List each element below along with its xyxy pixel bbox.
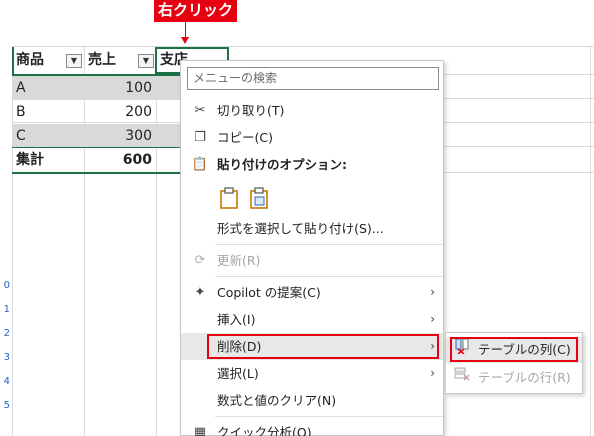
chevron-right-icon: › [430,285,435,299]
menu-item-label: 貼り付けのオプション: [217,157,347,172]
menu-item-label: Copilot の提案(C) [217,285,321,300]
menu-item-copilot[interactable]: ✦ Copilot の提案(C) › [181,279,443,306]
cell-item[interactable]: C [12,124,84,148]
scissors-icon: ✂ [194,103,206,118]
menu-item-insert[interactable]: 挿入(I) › [181,306,443,333]
total-value[interactable]: 600 [84,148,156,172]
grid-line [590,46,591,436]
cell-item[interactable]: A [12,76,84,100]
menu-item-cut[interactable]: ✂ 切り取り(T) [181,97,443,124]
menu-item-clear[interactable]: 数式と値のクリア(N) [181,387,443,414]
submenu-item-label: テーブルの行(R) [478,370,571,385]
table-columns-highlight-box [450,337,578,362]
delete-highlight-box [207,334,439,359]
menu-item-label: 数式と値のクリア(N) [217,393,337,408]
menu-item-copy[interactable]: ❐ コピー(C) [181,124,443,151]
context-menu: メニューの検索 ✂ 切り取り(T) ❐ コピー(C) 📋 貼り付けのオプション:… [180,60,444,436]
menu-item-paste-special[interactable]: 形式を選択して貼り付け(S)... [181,215,443,242]
total-label[interactable]: 集計 [12,148,84,172]
filter-dropdown-icon[interactable]: ▼ [66,54,82,68]
menu-item-label: 切り取り(T) [217,103,285,118]
menu-item-label: 更新(R) [217,253,261,268]
grid-line [156,46,157,436]
menu-item-select[interactable]: 選択(L) › [181,360,443,387]
cell-sales[interactable]: 100 [84,76,156,100]
menu-item-label: 挿入(I) [217,312,256,327]
menu-item-label: 形式を選択して貼り付け(S)... [217,221,384,236]
menu-separator [215,416,443,417]
row-number[interactable]: 1 [0,304,12,315]
grid-line [12,46,594,47]
excel-window: 右クリック 0 1 2 3 4 5 商品 ▼ 売上 ▼ 支店 A 100 B 2… [0,0,594,436]
refresh-icon: ⟳ [194,253,206,268]
menu-item-quick-analysis[interactable]: ▦ クイック分析(Q) [181,419,443,436]
menu-separator [215,244,443,245]
chevron-right-icon: › [430,366,435,380]
paste-values-icon[interactable] [247,185,271,211]
menu-item-label: クイック分析(Q) [217,425,312,436]
cell-item[interactable]: B [12,100,84,124]
cell-sales[interactable]: 300 [84,124,156,148]
table-header-border [12,47,14,75]
submenu-item-delete-rows[interactable]: テーブルの行(R) [446,365,582,391]
row-number[interactable]: 4 [0,376,12,387]
row-number[interactable]: 2 [0,328,12,339]
menu-item-label: 選択(L) [217,366,259,381]
delete-row-icon [454,365,470,391]
total-bottom-border [12,172,180,174]
menu-separator [215,276,443,277]
row-number[interactable]: 0 [0,280,12,291]
menu-heading-paste-options: 📋 貼り付けのオプション: [181,151,443,178]
paste-option-icon[interactable] [217,185,241,211]
filter-dropdown-icon[interactable]: ▼ [138,54,154,68]
menu-item-label: コピー(C) [217,130,273,145]
cell-sales[interactable]: 200 [84,100,156,124]
right-click-callout: 右クリック [154,0,238,22]
quick-analysis-icon: ▦ [193,425,207,436]
row-number[interactable]: 5 [0,400,12,411]
clipboard-icon: 📋 [191,157,209,172]
menu-item-refresh[interactable]: ⟳ 更新(R) [181,247,443,274]
callout-arrow-head [181,37,189,44]
sparkle-icon: ✦ [194,285,206,300]
copy-icon: ❐ [194,130,206,145]
row-number[interactable]: 3 [0,352,12,363]
delete-submenu: テーブルの列(C) テーブルの行(R) [445,332,583,394]
chevron-right-icon: › [430,312,435,326]
menu-search-input[interactable]: メニューの検索 [187,67,439,90]
